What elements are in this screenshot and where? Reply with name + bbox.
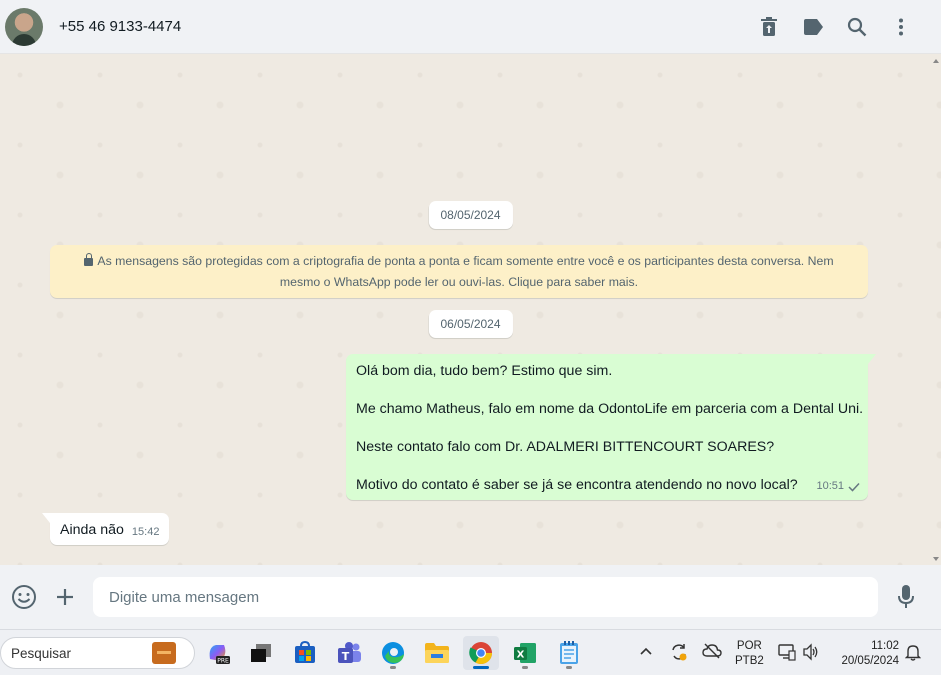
encryption-text-1: As mensagens são protegidas com a cripto… — [97, 254, 834, 268]
chat-header: +55 46 9133-4474 — [0, 0, 941, 54]
search-icon[interactable] — [835, 7, 879, 47]
copilot-icon[interactable]: PRE — [200, 636, 236, 670]
message-text: Ainda não — [60, 522, 124, 538]
network-icon[interactable] — [778, 643, 796, 664]
message-meta: 10:51 — [816, 477, 860, 496]
chrome-icon[interactable] — [463, 636, 499, 670]
file-explorer-icon[interactable] — [419, 636, 455, 670]
chat-panel[interactable]: 08/05/2024 As mensagens são protegidas c… — [0, 55, 941, 565]
message-line: Olá bom dia, tudo bem? Estimo que sim. — [356, 363, 613, 379]
notepad-icon[interactable] — [551, 636, 587, 670]
chevron-up-icon[interactable] — [638, 643, 654, 662]
taskbar-search[interactable]: Pesquisar — [0, 637, 195, 669]
header-actions — [747, 7, 923, 47]
running-indicator — [566, 666, 572, 669]
svg-text:X: X — [517, 650, 525, 661]
clock-date: 20/05/2024 — [841, 655, 899, 667]
message-line: Neste contato falo com Dr. ADALMERI BITT… — [356, 439, 775, 455]
contact-name[interactable]: +55 46 9133-4474 — [59, 18, 181, 35]
taskbar-search-placeholder: Pesquisar — [11, 645, 72, 661]
emoji-icon[interactable] — [4, 577, 44, 617]
svg-text:T: T — [342, 650, 350, 663]
excel-icon[interactable]: X — [507, 636, 543, 670]
notification-bell-icon[interactable] — [904, 643, 922, 664]
active-indicator — [473, 666, 489, 669]
message-input-placeholder: Digite uma mensagem — [109, 588, 260, 606]
message-line: Me chamo Matheus, falo em nome da Odonto… — [356, 401, 864, 417]
outgoing-message[interactable]: Olá bom dia, tudo bem? Estimo que sim. M… — [346, 354, 876, 500]
briefcase-icon — [152, 642, 176, 664]
sync-icon[interactable] — [669, 642, 689, 665]
microsoft-store-icon[interactable] — [287, 636, 323, 670]
date-separator: 08/05/2024 — [428, 201, 513, 229]
incoming-message[interactable]: Ainda não 15:42 — [41, 513, 170, 545]
message-line: Motivo do contato é saber se já se encon… — [356, 477, 798, 493]
attach-plus-icon[interactable] — [45, 577, 85, 617]
clock-time: 11:02 — [871, 640, 899, 652]
lock-icon — [84, 253, 94, 266]
windows-taskbar: Pesquisar PRE T X POR PTB2 11:02 20/05/2… — [0, 629, 941, 675]
cloud-offline-icon[interactable] — [702, 642, 722, 663]
volume-icon[interactable] — [802, 643, 820, 664]
delete-icon[interactable] — [747, 7, 791, 47]
encryption-notice[interactable]: As mensagens são protegidas com a cripto… — [50, 245, 868, 298]
keyboard-language[interactable]: POR PTB2 — [735, 639, 764, 669]
menu-icon[interactable] — [879, 7, 923, 47]
svg-text:PRE: PRE — [217, 658, 229, 665]
date-separator: 06/05/2024 — [428, 310, 513, 338]
edge-icon[interactable] — [375, 636, 411, 670]
scroll-down-arrow-icon[interactable] — [933, 557, 939, 561]
language-code: POR — [736, 640, 762, 652]
message-time: 15:42 — [131, 526, 160, 538]
keyboard-layout: PTB2 — [735, 655, 764, 667]
microphone-icon[interactable] — [886, 577, 926, 617]
check-icon — [848, 482, 860, 492]
message-input[interactable]: Digite uma mensagem — [93, 577, 878, 617]
teams-icon[interactable]: T — [331, 636, 367, 670]
chat-scrollbar[interactable] — [933, 55, 941, 565]
message-time: 10:51 — [816, 480, 844, 492]
contact-avatar[interactable] — [5, 7, 43, 46]
label-icon[interactable] — [791, 7, 835, 47]
message-composer: Digite uma mensagem — [0, 565, 941, 629]
running-indicator — [522, 666, 528, 669]
scroll-up-arrow-icon[interactable] — [933, 59, 939, 63]
encryption-text-2: mesmo o WhatsApp pode ler ou ouvi-las. C… — [279, 275, 639, 289]
running-indicator — [390, 666, 396, 669]
task-view-icon[interactable] — [243, 636, 279, 670]
clock[interactable]: 11:02 20/05/2024 — [834, 639, 899, 669]
